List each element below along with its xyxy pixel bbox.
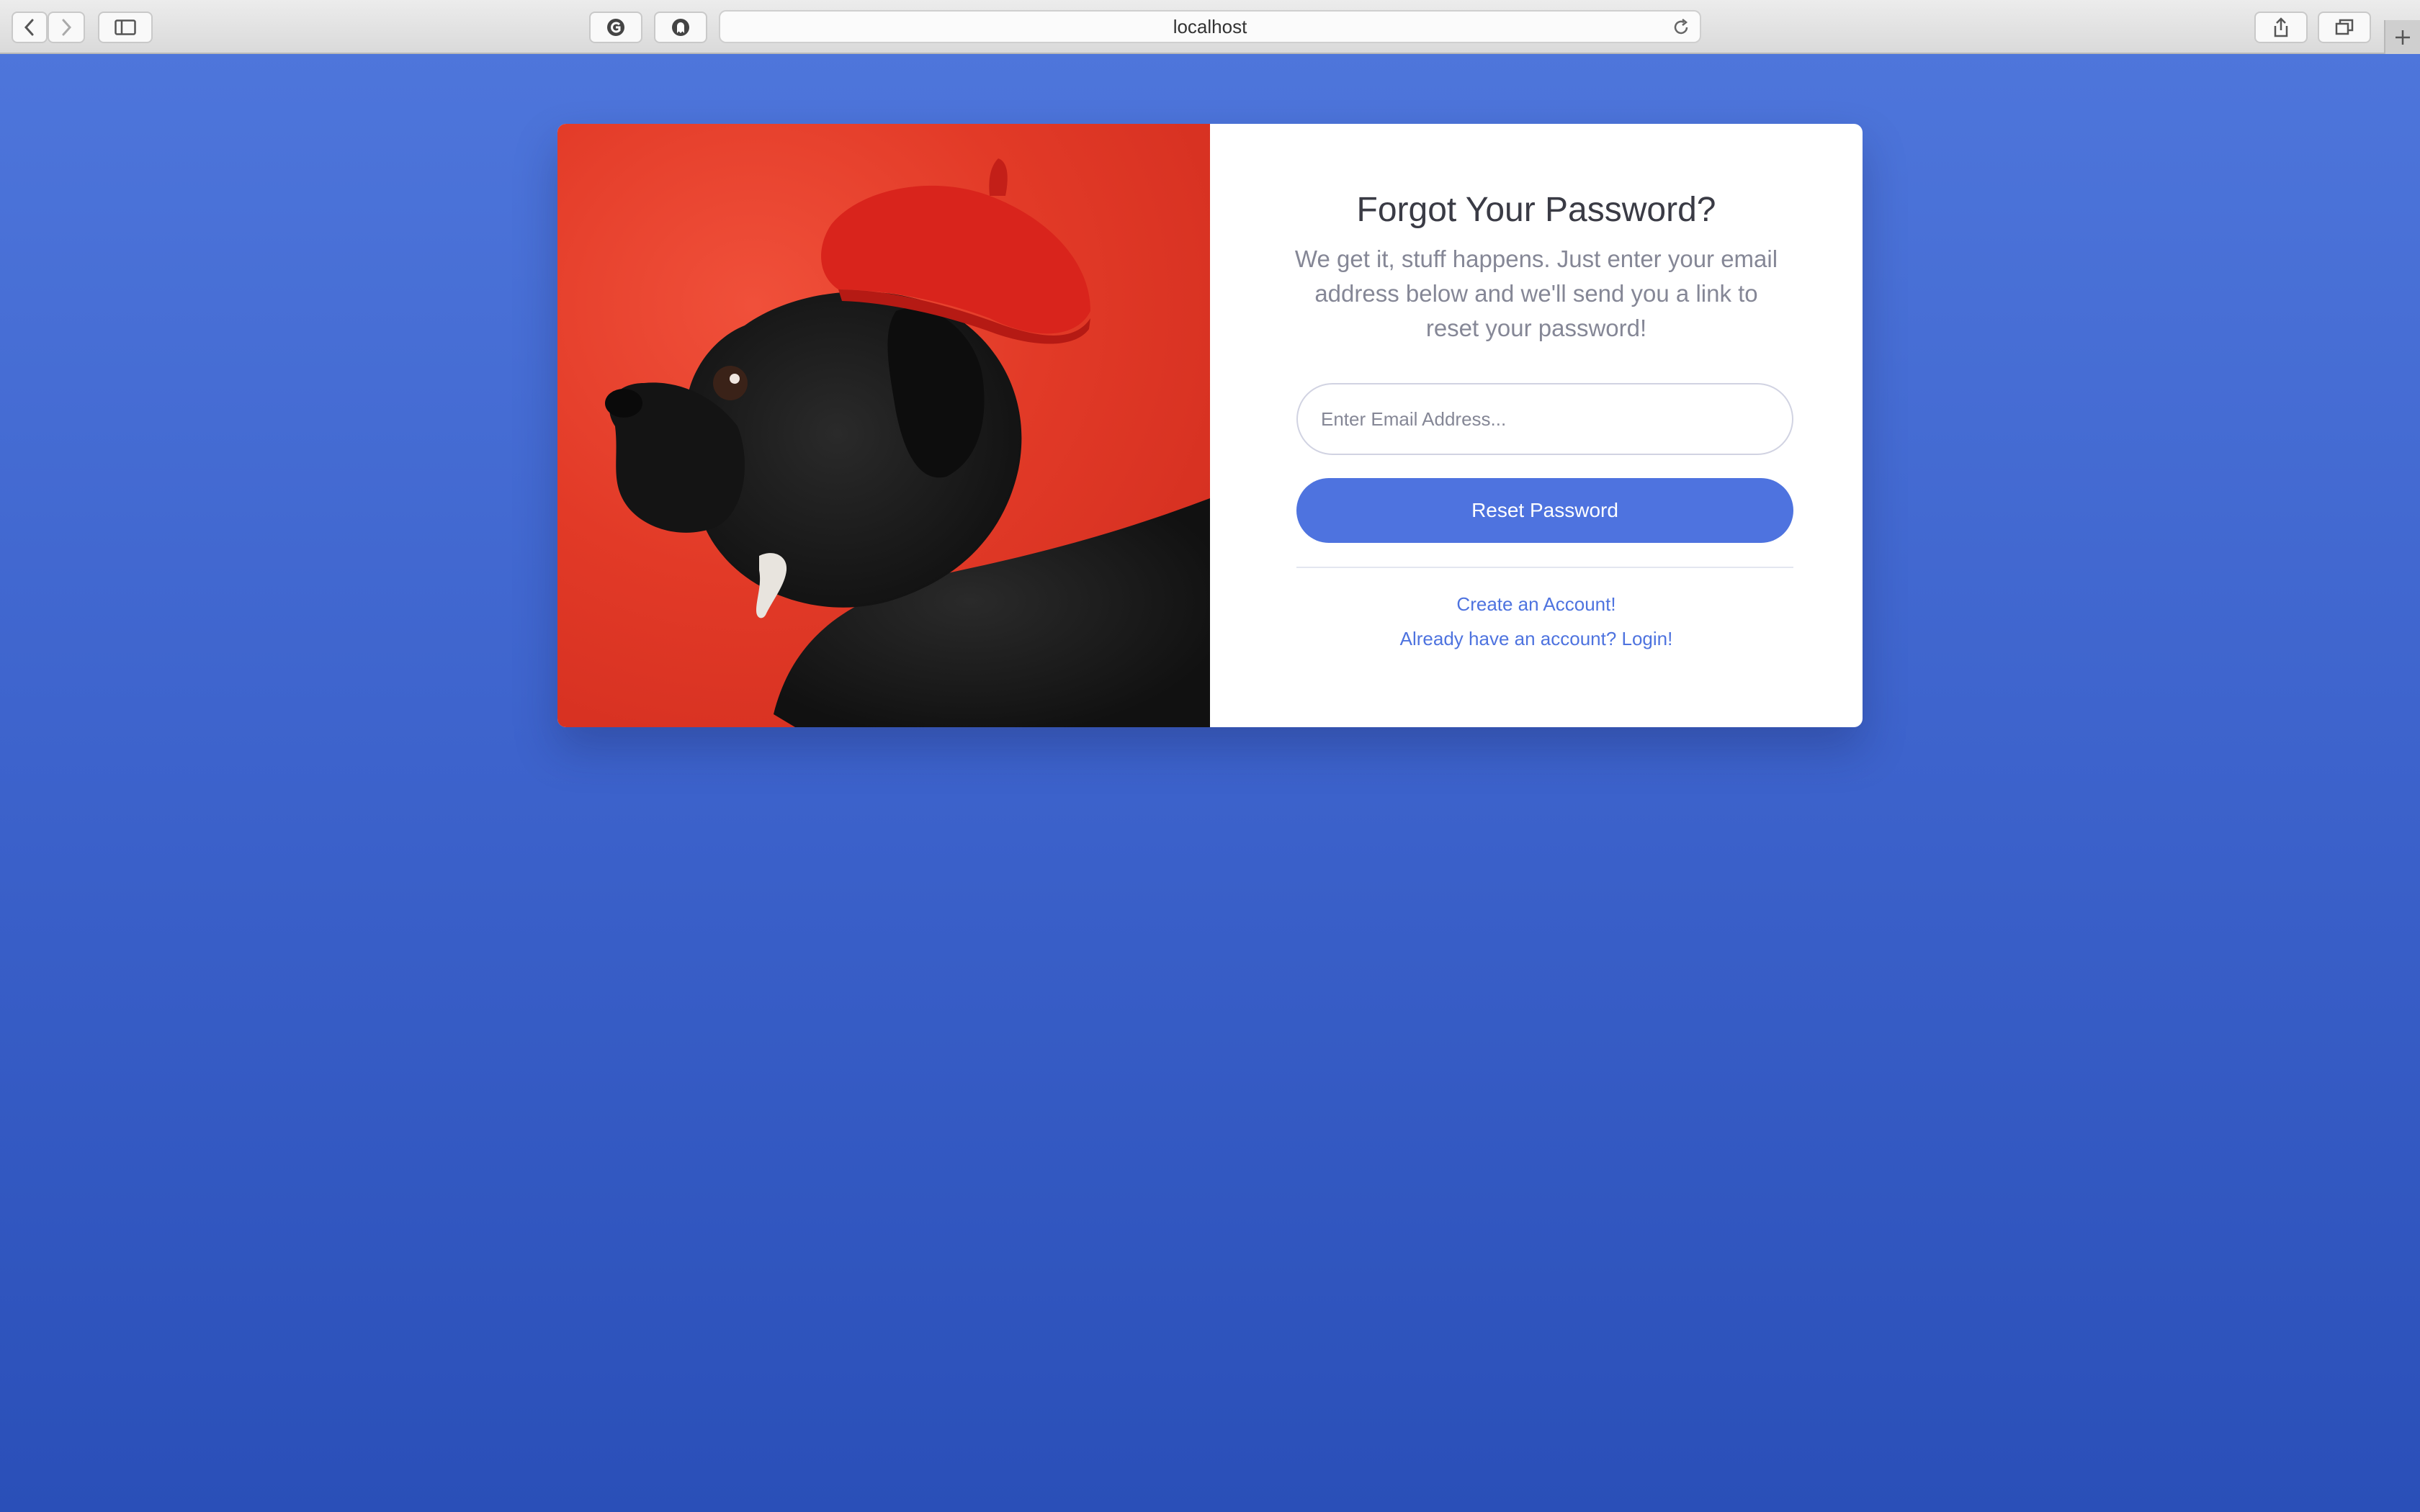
tabs-overview-button[interactable] — [2318, 12, 2371, 43]
share-button[interactable] — [2254, 12, 2308, 43]
new-tab-icon — [2396, 30, 2410, 45]
reset-password-button[interactable]: Reset Password — [1296, 478, 1793, 543]
sidebar-icon — [115, 19, 136, 35]
url-text: localhost — [1173, 15, 1247, 37]
page-title: Forgot Your Password? — [1356, 191, 1716, 229]
reset-password-form: Forgot Your Password? We get it, stuff h… — [1210, 124, 1863, 727]
login-link[interactable]: Already have an account? Login! — [1210, 628, 1863, 650]
tabs-icon — [2335, 19, 2354, 35]
extension-g-icon — [607, 19, 624, 36]
pug-illustration — [605, 158, 1210, 727]
sidebar-button[interactable] — [98, 12, 153, 43]
dog-nose — [605, 389, 642, 418]
extension-g-button[interactable] — [589, 12, 642, 43]
share-icon — [2274, 17, 2288, 37]
extension-ghostery-button[interactable] — [654, 12, 707, 43]
address-bar[interactable]: localhost — [719, 10, 1701, 43]
forward-icon — [62, 19, 72, 36]
forgot-password-card: Forgot Your Password? We get it, stuff h… — [557, 124, 1863, 727]
divider — [1296, 567, 1793, 568]
extension-ghostery-icon — [672, 19, 689, 36]
page-subtitle: We get it, stuff happens. Just enter you… — [1294, 246, 1778, 341]
back-icon — [24, 19, 34, 36]
eye-highlight — [730, 374, 740, 384]
create-account-link[interactable]: Create an Account! — [1210, 593, 1863, 616]
reload-icon[interactable] — [1671, 17, 1691, 37]
email-input[interactable] — [1296, 383, 1793, 455]
dog-eye — [713, 366, 748, 400]
pug-photo — [557, 124, 1210, 727]
forward-button[interactable] — [48, 12, 85, 43]
browser-toolbar: localhost — [0, 0, 2420, 54]
new-tab-button[interactable] — [2384, 20, 2420, 54]
back-button[interactable] — [12, 12, 48, 43]
